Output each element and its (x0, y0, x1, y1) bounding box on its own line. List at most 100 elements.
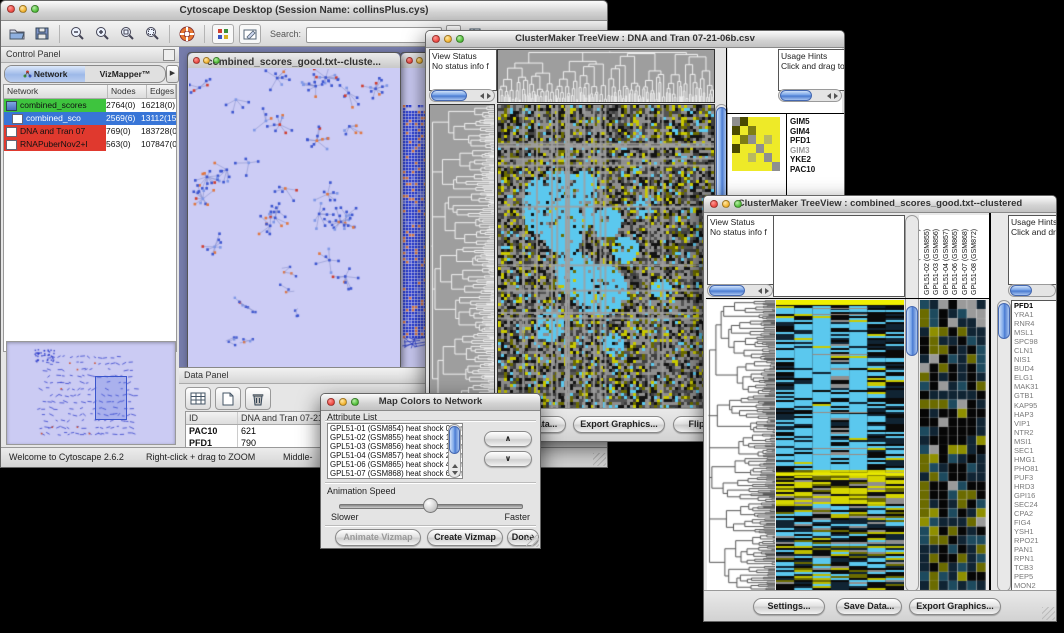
view-status-hscrollbar[interactable] (429, 89, 495, 102)
network-view-1[interactable] (188, 68, 400, 367)
select-attributes-icon[interactable] (185, 387, 211, 410)
zoom-button[interactable] (734, 200, 742, 208)
resize-grip[interactable] (1042, 607, 1055, 620)
attribute-list-item[interactable]: GPL51-07 (GSM868) heat shock 60 min (328, 469, 462, 478)
gene-label[interactable]: MSI1 (1012, 437, 1056, 446)
close-button[interactable] (432, 35, 440, 43)
gene-label[interactable]: MAK31 (1012, 382, 1056, 391)
birdseye-view[interactable] (6, 341, 176, 445)
gene-label[interactable]: PHO81 (1012, 464, 1056, 473)
close-button[interactable] (710, 200, 718, 208)
row-dendrogram[interactable] (707, 300, 775, 590)
annotation-icon[interactable] (239, 24, 261, 44)
minimize-button[interactable] (444, 35, 452, 43)
minimize-button[interactable] (203, 57, 210, 64)
settings-button[interactable]: Settings... (753, 598, 825, 615)
attribute-list-item[interactable]: GPL51-04 (GSM857) heat shock 20 min (328, 451, 462, 460)
gene-label[interactable]: RPN1 (1012, 554, 1056, 563)
gene-label[interactable]: RPO21 (1012, 536, 1056, 545)
delete-attribute-icon[interactable] (245, 387, 271, 410)
matrix-gene-label[interactable]: GIM5 (790, 117, 842, 127)
tab-network[interactable]: Network (5, 66, 85, 82)
animate-vizmap-button[interactable]: Animate Vizmap (335, 529, 421, 546)
gene-label[interactable]: HRD3 (1012, 482, 1056, 491)
network-list-item[interactable]: DNA and Tran 07769(0)183728(0) (4, 125, 176, 138)
gene-label[interactable]: NIS1 (1012, 355, 1056, 364)
zoom-heatmap[interactable] (920, 300, 986, 590)
new-attribute-icon[interactable] (215, 387, 241, 410)
zoom-selected-icon[interactable] (117, 25, 137, 43)
gene-label[interactable]: PEP5 (1012, 572, 1056, 581)
correlation-matrix[interactable] (732, 117, 780, 171)
network-list-item[interactable]: combined_scores2764(0)16218(0) (4, 99, 176, 112)
minimize-button[interactable] (19, 5, 27, 13)
attribute-list[interactable]: GPL51-01 (GSM854) heat shock 05 minGPL51… (327, 423, 463, 479)
matrix-gene-label[interactable]: YKE2 (790, 155, 842, 165)
zoom-button[interactable] (213, 57, 220, 64)
gene-label[interactable]: YRA1 (1012, 310, 1056, 319)
minimize-button[interactable] (339, 398, 347, 406)
treeview2-titlebar[interactable]: ClusterMaker TreeView : combined_scores_… (704, 196, 1056, 213)
create-vizmap-button[interactable]: Create Vizmap (427, 529, 503, 546)
attribute-list-vscrollbar[interactable] (448, 424, 461, 478)
gene-label[interactable]: MSL1 (1012, 328, 1056, 337)
column-dendrogram[interactable] (497, 49, 715, 103)
gene-list-vscrollbar[interactable] (997, 300, 1011, 592)
zoom-fit-icon[interactable] (142, 25, 162, 43)
search-input[interactable] (306, 27, 442, 43)
zoom-button[interactable] (31, 5, 39, 13)
matrix-gene-label[interactable]: PAC10 (790, 165, 842, 175)
gene-label[interactable]: PAN1 (1012, 545, 1056, 554)
zoom-in-icon[interactable] (92, 25, 112, 43)
save-icon[interactable] (32, 25, 52, 43)
col-network[interactable]: Network (4, 85, 108, 98)
close-button[interactable] (193, 57, 200, 64)
zoom-button[interactable] (351, 398, 359, 406)
gene-label[interactable]: HMG1 (1012, 455, 1056, 464)
float-panel-icon[interactable] (163, 49, 175, 61)
column-label[interactable]: GPL51-08 (GSM872) (971, 229, 978, 295)
network-list-item[interactable]: combined_sco2569(6)13112(15) (4, 112, 176, 125)
usage-hints-hscrollbar[interactable] (1008, 284, 1056, 297)
export-graphics-button[interactable]: Export Graphics... (909, 598, 1001, 615)
gene-label[interactable]: PFD1 (1012, 301, 1056, 310)
gene-label[interactable]: NTR2 (1012, 428, 1056, 437)
col-edges[interactable]: Edges (147, 85, 176, 98)
attribute-list-item[interactable]: GPL51-06 (GSM865) heat shock 40 min (328, 460, 462, 469)
save-data-button[interactable]: Save Data... (836, 598, 902, 615)
treeview1-titlebar[interactable]: ClusterMaker TreeView : DNA and Tran 07-… (426, 31, 844, 48)
gene-label[interactable]: PUF3 (1012, 473, 1056, 482)
help-lifesaver-icon[interactable] (177, 25, 197, 43)
gene-label[interactable]: BUD4 (1012, 364, 1056, 373)
minimize-button[interactable] (722, 200, 730, 208)
gene-label[interactable]: KAP95 (1012, 401, 1056, 410)
gene-label[interactable]: SEC1 (1012, 446, 1056, 455)
close-button[interactable] (327, 398, 335, 406)
matrix-gene-label[interactable]: GIM4 (790, 127, 842, 137)
gene-label[interactable]: SPC98 (1012, 337, 1056, 346)
close-button[interactable] (7, 5, 15, 13)
move-down-button[interactable]: ∨ (484, 451, 532, 467)
move-up-button[interactable]: ∧ (484, 431, 532, 447)
export-graphics-button[interactable]: Export Graphics... (573, 416, 665, 433)
gene-label[interactable]: ELG1 (1012, 373, 1056, 382)
gene-list[interactable]: PFD1YRA1RNR4MSL1SPC98CLN1NIS1BUD4ELG1MAK… (1011, 300, 1057, 592)
dialog-titlebar[interactable]: Map Colors to Network (321, 394, 540, 411)
gene-label[interactable]: GTB1 (1012, 391, 1056, 400)
network-window-1[interactable]: combined_scores_good.txt--cluste... (187, 52, 401, 367)
open-file-icon[interactable] (7, 25, 27, 43)
global-heatmap[interactable] (497, 104, 715, 411)
birdseye-viewport-rect[interactable] (95, 376, 127, 420)
matrix-gene-label[interactable]: GIM3 (790, 146, 842, 156)
matrix-gene-label[interactable]: PFD1 (790, 136, 842, 146)
usage-hints-hscrollbar[interactable] (778, 89, 842, 102)
close-button[interactable] (406, 57, 413, 64)
row-dendrogram[interactable] (429, 104, 495, 411)
attribute-list-item[interactable]: GPL51-03 (GSM856) heat shock 15 min (328, 442, 462, 451)
column-label[interactable]: GPL51-01 (GSM854) (919, 229, 921, 295)
zoom-button[interactable] (456, 35, 464, 43)
column-label[interactable]: GPL51-07 (GSM868) (962, 229, 969, 295)
col-nodes[interactable]: Nodes (108, 85, 147, 98)
tabs-overflow-button[interactable]: ▶ (166, 65, 179, 83)
gene-label[interactable]: TCB3 (1012, 563, 1056, 572)
